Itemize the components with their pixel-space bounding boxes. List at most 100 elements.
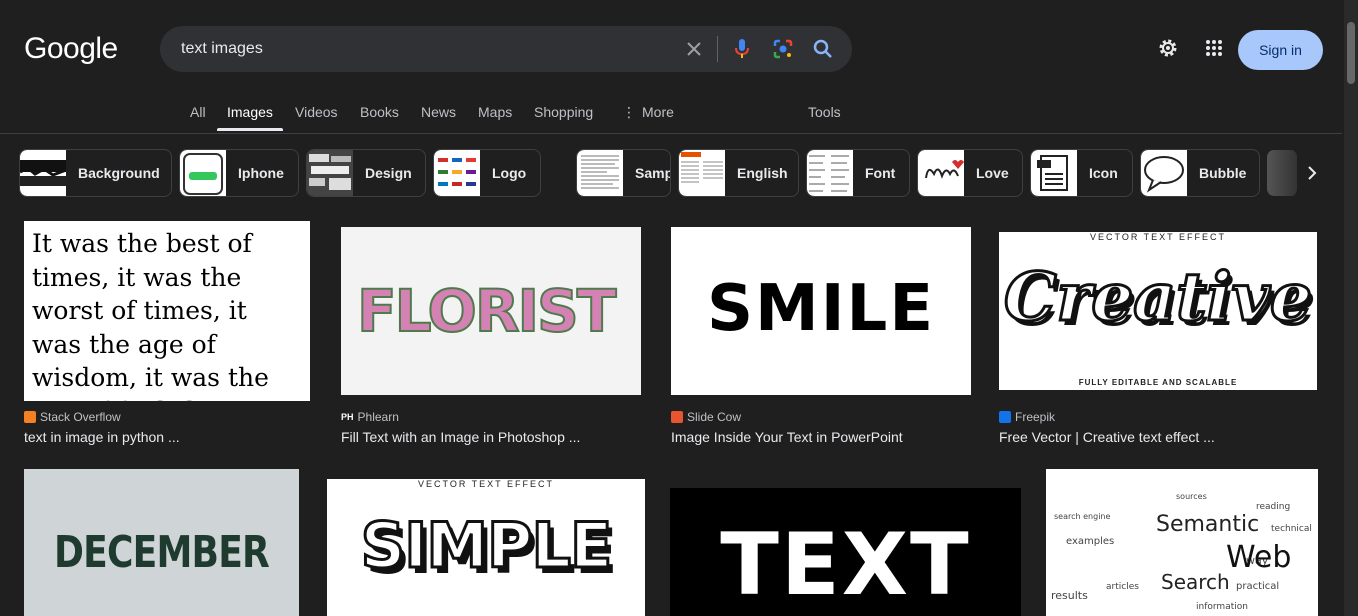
chip-partial[interactable] xyxy=(1267,149,1297,197)
chip-english[interactable]: English xyxy=(678,149,799,197)
result-image[interactable]: FLORIST xyxy=(341,227,641,395)
chip-label: Sample xyxy=(635,165,670,181)
sign-in-button[interactable]: Sign in xyxy=(1238,30,1323,70)
result-source[interactable]: Freepik xyxy=(999,410,1055,424)
chip-iphone[interactable]: Iphone xyxy=(179,149,299,197)
result-source-label: Freepik xyxy=(1015,410,1056,424)
chip-thumbnail xyxy=(20,150,66,196)
result-image-top-text: VECTOR TEXT EFFECT xyxy=(1089,232,1226,242)
result-source[interactable]: Stack Overflow xyxy=(24,410,121,424)
result-image-text: Semantic Web Search xyxy=(1046,469,1047,470)
chip-label: Bubble xyxy=(1199,165,1247,181)
tab-maps[interactable]: Maps xyxy=(478,104,512,120)
result-image-text: DECEMBER xyxy=(54,527,270,578)
chip-label: English xyxy=(737,165,788,181)
result-image-top-text: VECTOR TEXT EFFECT xyxy=(417,479,554,489)
chevron-right-icon[interactable] xyxy=(1296,157,1328,189)
microphone-icon[interactable] xyxy=(727,34,757,64)
word-cloud-graphic: search enginereading examplesway sources… xyxy=(1051,492,1312,612)
tab-news[interactable]: News xyxy=(421,104,456,120)
more-vert-icon: ⋮ xyxy=(622,104,636,120)
chip-thumbnail xyxy=(577,150,623,196)
result-source-label: Phlearn xyxy=(357,410,399,424)
tab-books[interactable]: Books xyxy=(360,104,399,120)
svg-text:technical: technical xyxy=(1271,524,1312,534)
chip-label: Font xyxy=(865,165,896,181)
tab-videos[interactable]: Videos xyxy=(295,104,338,120)
chip-thumbnail xyxy=(1141,150,1187,196)
chip-thumbnail xyxy=(807,150,853,196)
tab-all[interactable]: All xyxy=(190,104,206,120)
settings-gear-icon[interactable] xyxy=(1154,34,1182,62)
result-title[interactable]: Free Vector | Creative text effect ... xyxy=(999,429,1215,445)
chip-label: Icon xyxy=(1089,165,1118,181)
result-source-label: Stack Overflow xyxy=(40,410,121,424)
result-image-text: TEXT xyxy=(720,515,971,615)
chip-thumbnail xyxy=(1031,150,1077,196)
tabs-divider xyxy=(0,133,1342,134)
svg-text:information: information xyxy=(1196,602,1248,612)
tab-shopping[interactable]: Shopping xyxy=(534,104,593,120)
tab-images[interactable]: Images xyxy=(227,104,273,120)
search-icon[interactable] xyxy=(808,34,838,64)
chip-thumbnail xyxy=(679,150,725,196)
result-image[interactable]: TEXT xyxy=(670,469,1021,616)
result-image[interactable]: VECTOR TEXT EFFECT SIMPLE xyxy=(327,479,645,616)
chip-label: Design xyxy=(365,165,412,181)
svg-text:articles: articles xyxy=(1106,582,1139,592)
scrollbar-thumb[interactable] xyxy=(1347,22,1355,84)
chip-thumbnail xyxy=(180,150,226,196)
result-image-text: It was the best of times, it was the wor… xyxy=(32,229,283,401)
search-input[interactable]: text images xyxy=(181,40,263,58)
chip-background[interactable]: Background xyxy=(19,149,172,197)
result-image[interactable]: DECEMBER xyxy=(24,469,299,616)
chip-label: Love xyxy=(976,165,1009,181)
svg-text:practical: practical xyxy=(1236,581,1279,592)
result-image[interactable]: VECTOR TEXT EFFECT Creative FULLY EDITAB… xyxy=(999,232,1317,390)
chip-thumbnail xyxy=(918,150,964,196)
chip-label: Background xyxy=(78,165,160,181)
apps-grid-icon[interactable] xyxy=(1200,34,1228,62)
chip-love[interactable]: Love xyxy=(917,149,1023,197)
active-tab-indicator xyxy=(217,128,283,131)
chip-label: Logo xyxy=(492,165,527,181)
chip-thumbnail xyxy=(1267,150,1297,196)
chip-bubble[interactable]: Bubble xyxy=(1140,149,1260,197)
result-image-text: FLORIST xyxy=(356,276,617,346)
result-title[interactable]: Fill Text with an Image in Photoshop ... xyxy=(341,429,580,445)
result-image-text: SMILE xyxy=(706,272,936,346)
result-image[interactable]: SMILE xyxy=(671,227,971,395)
result-source-label: Slide Cow xyxy=(687,410,742,424)
lens-icon[interactable] xyxy=(768,34,798,64)
svg-text:search engine: search engine xyxy=(1054,512,1110,521)
tools-button[interactable]: Tools xyxy=(808,104,841,120)
result-source[interactable]: PH Phlearn xyxy=(341,410,399,424)
result-title[interactable]: Image Inside Your Text in PowerPoint xyxy=(671,429,903,445)
chip-label: Iphone xyxy=(238,165,284,181)
svg-text:sources: sources xyxy=(1176,492,1207,501)
slide-cow-icon xyxy=(671,411,683,423)
tab-more-label: More xyxy=(642,104,674,120)
chip-sample[interactable]: Sample xyxy=(576,149,671,197)
clear-icon[interactable] xyxy=(679,34,709,64)
chip-design[interactable]: Design xyxy=(306,149,426,197)
result-title[interactable]: text in image in python ... xyxy=(24,429,180,445)
phlearn-icon: PH xyxy=(341,412,354,422)
result-image[interactable]: search engine reading examples way sources… xyxy=(1046,469,1318,616)
google-logo[interactable]: Google xyxy=(24,32,118,66)
result-image[interactable]: It was the best of times, it was the wor… xyxy=(24,221,310,401)
chip-thumbnail xyxy=(434,150,480,196)
word-cloud-word: Semantic xyxy=(1156,512,1259,537)
chip-font[interactable]: Font xyxy=(806,149,910,197)
chip-icon[interactable]: Icon xyxy=(1030,149,1133,197)
result-source[interactable]: Slide Cow xyxy=(671,410,741,424)
chip-logo[interactable]: Logo xyxy=(433,149,541,197)
stack-overflow-icon xyxy=(24,411,36,423)
page-scrollbar[interactable] xyxy=(1344,0,1358,616)
search-box[interactable]: text images xyxy=(160,26,852,72)
result-image-bottom-text: FULLY EDITABLE AND SCALABLE xyxy=(1078,378,1238,387)
word-cloud-word: Web xyxy=(1226,540,1291,575)
freepik-icon xyxy=(999,411,1011,423)
word-cloud-word: Search xyxy=(1161,570,1230,594)
tab-more[interactable]: ⋮ More xyxy=(622,104,674,121)
